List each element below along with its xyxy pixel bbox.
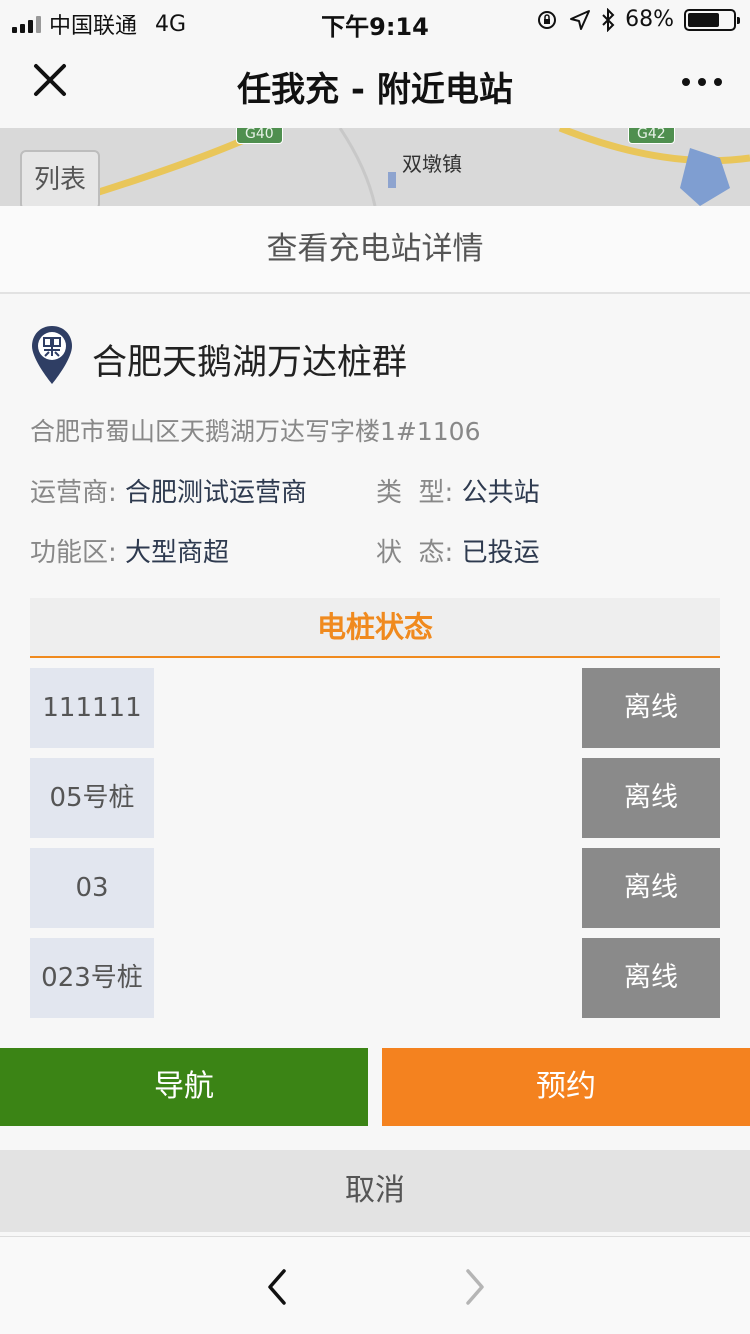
pile-name: 03 — [30, 848, 154, 928]
pile-row: 03 离线 — [30, 848, 720, 928]
map-view[interactable]: G40 G42 列表 双墩镇 — [0, 128, 750, 206]
state-value: 已投运 — [461, 538, 540, 568]
rotation-lock-icon — [538, 10, 557, 29]
info-row-operator: 运营商: 合肥测试运营商 类 型: 公共站 — [30, 472, 540, 509]
type-label: 类 型: — [376, 478, 454, 508]
status-right: 68% — [535, 7, 740, 32]
bluetooth-icon — [602, 7, 615, 32]
status-bar: 中国联通 4G 下午9:14 68% — [0, 0, 750, 41]
state-label: 状 态: — [376, 538, 454, 568]
back-arrow-icon[interactable] — [262, 1267, 292, 1307]
road-badge-g42: G42 — [628, 128, 675, 144]
operator-value: 合肥测试运营商 — [125, 478, 308, 508]
pile-status-badge: 离线 — [582, 848, 720, 928]
pile-status-badge: 离线 — [582, 758, 720, 838]
pile-row: 111111 离线 — [30, 668, 720, 748]
pile-name: 111111 — [30, 668, 154, 748]
navigate-button[interactable]: 导航 — [0, 1048, 368, 1126]
pile-name: 023号桩 — [30, 938, 154, 1018]
page-title: 任我充 - 附近电站 — [237, 70, 513, 110]
nav-bar: 任我充 - 附近电站 — [0, 40, 750, 128]
location-arrow-icon — [570, 9, 591, 30]
type-info: 类 型: 公共站 — [376, 472, 540, 509]
station-name: 合肥天鹅湖万达桩群 — [92, 343, 408, 383]
station-address: 合肥市蜀山区天鹅湖万达写字楼1#1106 — [30, 417, 481, 446]
sheet-header: 查看充电站详情 — [0, 206, 750, 294]
state-info: 状 态: 已投运 — [376, 532, 540, 569]
cancel-button[interactable]: 取消 — [0, 1150, 750, 1232]
pile-status-title: 电桩状态 — [30, 598, 720, 658]
operator-label: 运营商: — [30, 478, 117, 508]
map-place-label: 双墩镇 — [402, 152, 462, 176]
area-label: 功能区: — [30, 538, 117, 568]
battery-icon — [684, 8, 740, 31]
type-value: 公共站 — [461, 478, 540, 508]
list-button[interactable]: 列表 — [20, 150, 100, 206]
more-icon[interactable] — [682, 78, 722, 86]
station-pin-icon — [32, 326, 72, 384]
area-value: 大型商超 — [125, 538, 230, 568]
forward-arrow-icon[interactable] — [460, 1267, 490, 1307]
info-row-area: 功能区: 大型商超 状 态: 已投运 — [30, 532, 540, 569]
pile-name: 05号桩 — [30, 758, 154, 838]
pile-row: 05号桩 离线 — [30, 758, 720, 838]
road-badge-g40: G40 — [236, 128, 283, 144]
pile-status-badge: 离线 — [582, 668, 720, 748]
station-detail-sheet: 查看充电站详情 合肥天鹅湖万达桩群 合肥市蜀山区天鹅湖万达写字楼1#1106 运… — [0, 206, 750, 1236]
pile-status-badge: 离线 — [582, 938, 720, 1018]
browser-toolbar — [0, 1236, 750, 1334]
pile-row: 023号桩 离线 — [30, 938, 720, 1018]
battery-percent: 68% — [625, 7, 674, 32]
book-button[interactable]: 预约 — [382, 1048, 750, 1126]
